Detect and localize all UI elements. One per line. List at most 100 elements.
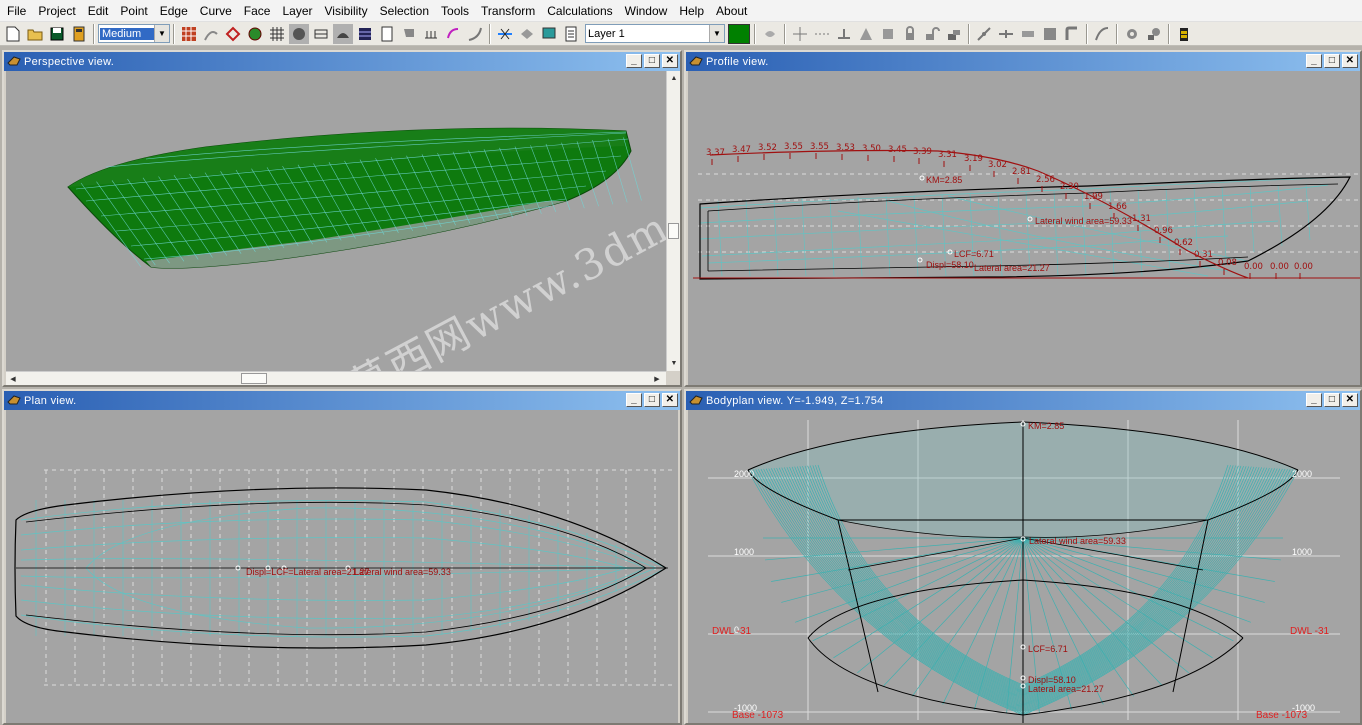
scroll-left-icon[interactable]: ◀	[7, 373, 19, 385]
lateral-area-label: Lateral area=21.27	[1028, 684, 1104, 694]
flag-icon[interactable]	[399, 24, 419, 44]
minimize-button[interactable]: _	[1306, 54, 1322, 68]
shaded-hull-icon[interactable]	[289, 23, 309, 44]
zebra-icon[interactable]	[355, 24, 375, 44]
shade-icon[interactable]	[245, 24, 265, 44]
scroll-thumb[interactable]	[668, 223, 679, 239]
maximize-button[interactable]: □	[1324, 54, 1340, 68]
save-icon[interactable]	[47, 24, 67, 44]
edge-split-icon[interactable]	[812, 24, 832, 44]
curve-icon[interactable]	[465, 24, 485, 44]
menu-curve[interactable]: Curve	[195, 0, 239, 22]
menu-help[interactable]: Help	[674, 0, 711, 22]
minimize-button[interactable]: _	[626, 54, 642, 68]
maximize-button[interactable]: □	[1324, 393, 1340, 407]
plan-viewport[interactable]: Displ=LCF=Lateral area=21.27 Lateral win…	[6, 410, 678, 723]
scroll-down-icon[interactable]: ▼	[668, 357, 680, 369]
unlock-all-icon[interactable]	[944, 24, 964, 44]
open-folder-icon[interactable]	[25, 24, 45, 44]
plan-titlebar[interactable]: Plan view. _ □ ✕	[4, 391, 680, 410]
edge-extrude-icon[interactable]	[834, 24, 854, 44]
scroll-up-icon[interactable]: ▲	[668, 72, 680, 84]
bodyplan-viewport[interactable]: KM=2.85 Lateral wind area=59.33 LCF=6.71…	[688, 410, 1360, 723]
menu-window[interactable]: Window	[620, 0, 675, 22]
document-icon[interactable]	[377, 24, 397, 44]
curve-check-icon[interactable]	[1092, 24, 1112, 44]
menu-edit[interactable]: Edit	[83, 0, 116, 22]
menu-calculations[interactable]: Calculations	[542, 0, 619, 22]
perspective-vscroll[interactable]: ▲ ▼	[666, 71, 680, 371]
face-flip-icon[interactable]	[1040, 24, 1060, 44]
face-new-icon[interactable]	[856, 24, 876, 44]
precision-select[interactable]: Medium ▼	[98, 24, 170, 43]
precision-value: Medium	[100, 27, 154, 40]
export-icon[interactable]	[69, 24, 89, 44]
face-extrude-icon[interactable]	[878, 24, 898, 44]
close-button[interactable]: ✕	[1342, 54, 1358, 68]
profile-curve-value: 3.50	[862, 144, 881, 154]
menu-tools[interactable]: Tools	[436, 0, 476, 22]
collapse-edge-icon[interactable]	[996, 24, 1016, 44]
menu-layer[interactable]: Layer	[277, 0, 319, 22]
close-button[interactable]: ✕	[662, 393, 678, 407]
close-button[interactable]: ✕	[1342, 393, 1358, 407]
new-point-icon[interactable]	[760, 24, 780, 44]
maximize-button[interactable]: □	[644, 393, 660, 407]
bodyplan-titlebar[interactable]: Bodyplan view. Y=-1.949, Z=1.754 _ □ ✕	[686, 391, 1360, 410]
flowlines-icon[interactable]	[443, 24, 463, 44]
connect-points-icon[interactable]	[974, 24, 994, 44]
profile-viewport[interactable]: 3.37 3.47 3.52 3.55 3.55 3.53 3.50 3.45 3.39 3.31…	[688, 71, 1360, 385]
menu-selection[interactable]: Selection	[375, 0, 436, 22]
profile-titlebar[interactable]: Profile view. _ □ ✕	[686, 52, 1360, 71]
settings-gear-icon[interactable]	[1122, 24, 1142, 44]
menu-point[interactable]: Point	[115, 0, 154, 22]
interior-edges-icon[interactable]	[201, 24, 221, 44]
scroll-right-icon[interactable]: ▶	[651, 373, 663, 385]
perspective-hscroll[interactable]: ◀ ▶	[6, 371, 666, 385]
insert-plane-icon[interactable]	[1018, 24, 1038, 44]
hydrostatics-icon[interactable]	[495, 24, 515, 44]
perspective-titlebar[interactable]: Perspective view. _ □ ✕	[4, 52, 680, 71]
chevron-down-icon: ▼	[709, 25, 724, 42]
scroll-thumb[interactable]	[241, 373, 267, 384]
minimize-button[interactable]: _	[1306, 393, 1322, 407]
toolbar-separator	[93, 23, 95, 44]
profile-curve-value: 1.99	[1084, 192, 1103, 202]
window-title: Perspective view.	[24, 55, 115, 68]
maximize-button[interactable]: □	[644, 54, 660, 68]
menu-file[interactable]: File	[2, 0, 33, 22]
lateral-wind-label: Lateral wind area=59.33	[1029, 536, 1126, 546]
grid-icon[interactable]	[267, 24, 287, 44]
menu-transform[interactable]: Transform	[476, 0, 542, 22]
control-net-icon[interactable]	[179, 24, 199, 44]
curvature-icon[interactable]	[333, 23, 353, 44]
layer-select[interactable]: Layer 1 ▼	[585, 24, 725, 43]
dwl-left-label: DWL -31	[712, 626, 752, 637]
close-button[interactable]: ✕	[662, 54, 678, 68]
profile-curve-value: 0.00	[1270, 262, 1289, 272]
new-file-icon[interactable]	[3, 24, 23, 44]
menu-visibility[interactable]: Visibility	[320, 0, 375, 22]
menu-edge[interactable]: Edge	[155, 0, 195, 22]
layers-icon[interactable]	[517, 24, 537, 44]
menu-project[interactable]: Project	[33, 0, 82, 22]
perspective-viewport[interactable]: 莫西网www.3dmox.com	[6, 71, 666, 371]
profile-curve-value: 2.81	[1012, 167, 1031, 177]
markers-icon[interactable]	[421, 24, 441, 44]
monitor-icon[interactable]	[539, 24, 559, 44]
menu-about[interactable]: About	[711, 0, 754, 22]
battery-icon[interactable]	[1174, 24, 1194, 44]
tools-gear-icon[interactable]	[1144, 24, 1164, 44]
stations-icon[interactable]	[223, 24, 243, 44]
minimize-button[interactable]: _	[626, 393, 642, 407]
unlock-icon[interactable]	[922, 24, 942, 44]
profile-curve-value: 2.30	[1060, 182, 1079, 192]
curve-new-icon[interactable]	[1062, 24, 1082, 44]
point-align-icon[interactable]	[790, 24, 810, 44]
lock-icon[interactable]	[900, 24, 920, 44]
layer-color-swatch[interactable]	[728, 23, 750, 44]
menu-face[interactable]: Face	[239, 0, 278, 22]
checklist-icon[interactable]	[561, 24, 581, 44]
ship-icon	[7, 395, 21, 405]
wireframe-hull-icon[interactable]	[311, 24, 331, 44]
